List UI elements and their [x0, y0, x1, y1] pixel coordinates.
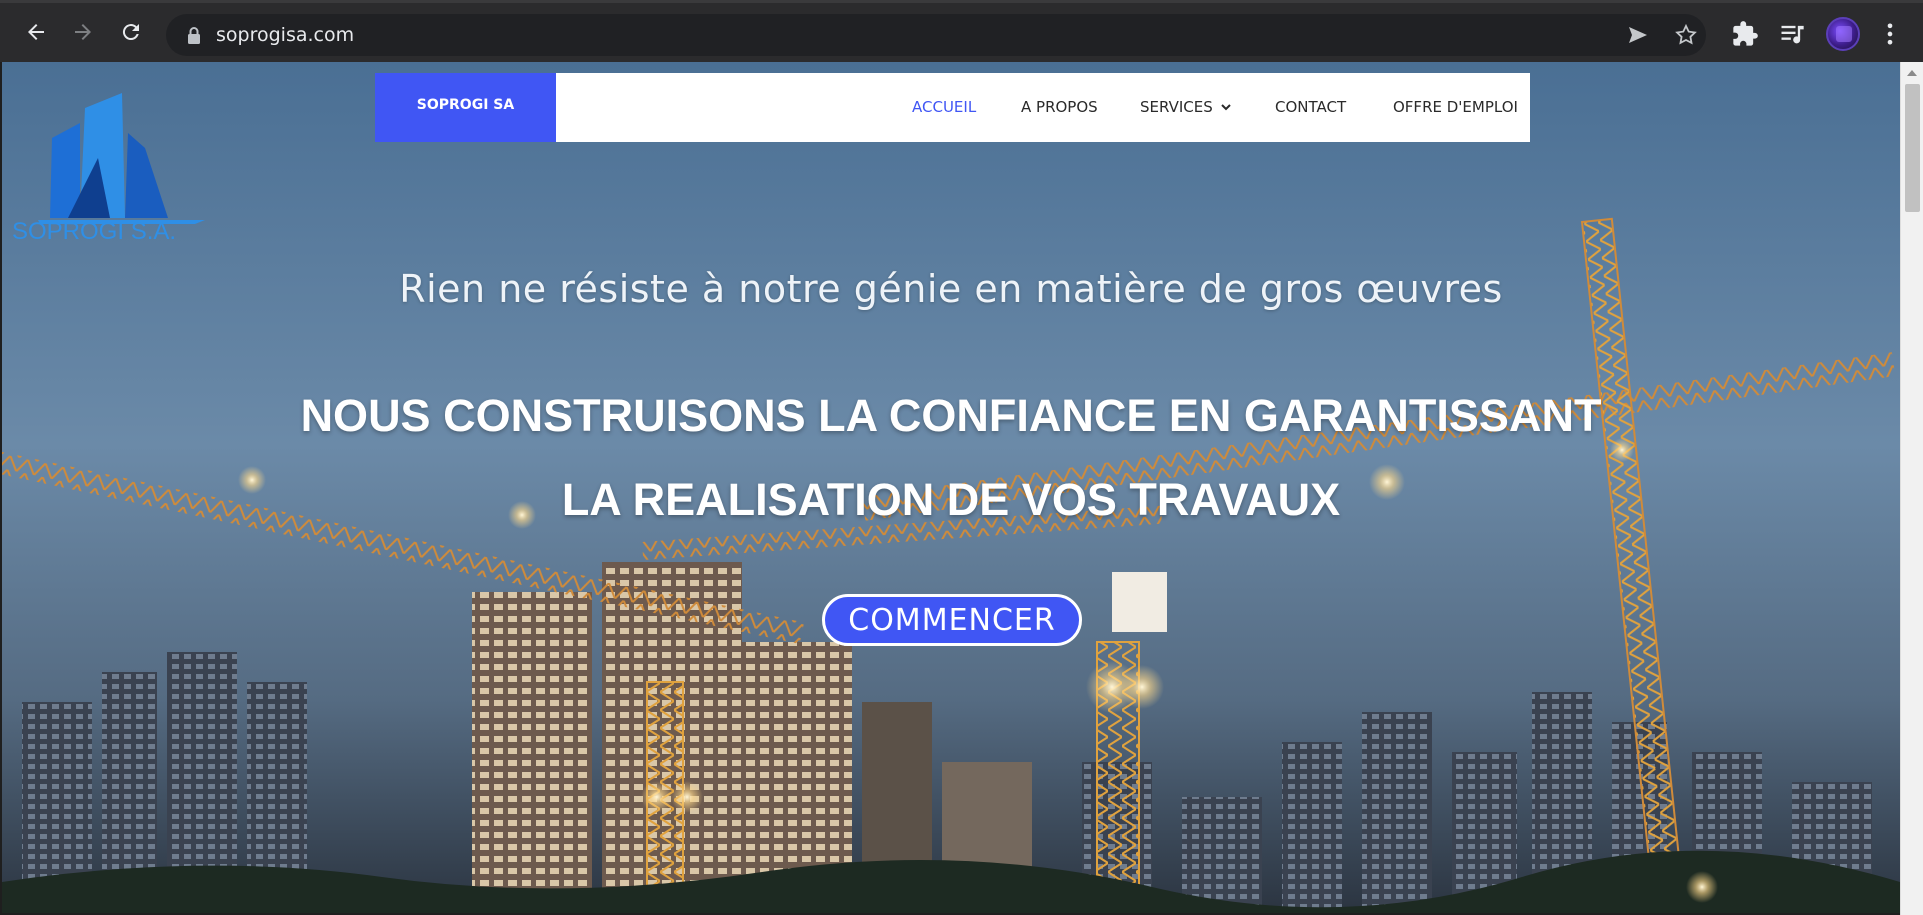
- nav-item-contact[interactable]: CONTACT: [1275, 73, 1346, 142]
- scroll-up-arrow-icon[interactable]: [1907, 70, 1917, 76]
- page-viewport: SOPROGI S.A. SOPROGI SA ACCUEIL A PROPOS…: [2, 62, 1900, 913]
- hero-headline-line-1: NOUS CONSTRUISONS LA CONFIANCE EN GARANT…: [300, 390, 1602, 441]
- send-tab-icon[interactable]: [1626, 23, 1650, 47]
- commencer-button[interactable]: COMMENCER: [822, 594, 1082, 646]
- lock-icon[interactable]: [186, 26, 202, 44]
- page-scrollbar[interactable]: [1900, 62, 1923, 915]
- nav-item-services[interactable]: SERVICES: [1140, 73, 1231, 142]
- kebab-menu-icon[interactable]: [1876, 20, 1904, 48]
- browser-toolbar: soprogisa.com: [0, 0, 1923, 62]
- hero-tagline: Rien ne résiste à notre génie en matière…: [399, 267, 1503, 311]
- main-navbar: SOPROGI SA ACCUEIL A PROPOS SERVICES CON…: [375, 73, 1530, 142]
- extensions-puzzle-icon[interactable]: [1731, 20, 1759, 48]
- address-bar[interactable]: soprogisa.com: [166, 14, 1706, 56]
- media-queue-icon[interactable]: [1778, 20, 1806, 48]
- url-text[interactable]: soprogisa.com: [216, 14, 354, 56]
- bookmark-star-icon[interactable]: [1674, 23, 1698, 47]
- brand-link[interactable]: SOPROGI SA: [375, 73, 556, 142]
- nav-item-accueil[interactable]: ACCUEIL: [912, 73, 976, 142]
- reload-icon[interactable]: [114, 15, 148, 49]
- logo-text: SOPROGI S.A.: [12, 218, 177, 245]
- chevron-down-icon: [1221, 104, 1231, 111]
- nav-item-offre-emploi[interactable]: OFFRE D'EMPLOI: [1393, 73, 1518, 142]
- nav-item-a-propos[interactable]: A PROPOS: [1021, 73, 1098, 142]
- scrollbar-thumb[interactable]: [1905, 84, 1920, 212]
- back-arrow-icon[interactable]: [19, 15, 53, 49]
- profile-avatar[interactable]: [1826, 17, 1860, 51]
- forward-arrow-icon[interactable]: [66, 15, 100, 49]
- nav-item-services-label: SERVICES: [1140, 98, 1213, 116]
- hero-headline-line-2: LA REALISATION DE VOS TRAVAUX: [561, 474, 1341, 525]
